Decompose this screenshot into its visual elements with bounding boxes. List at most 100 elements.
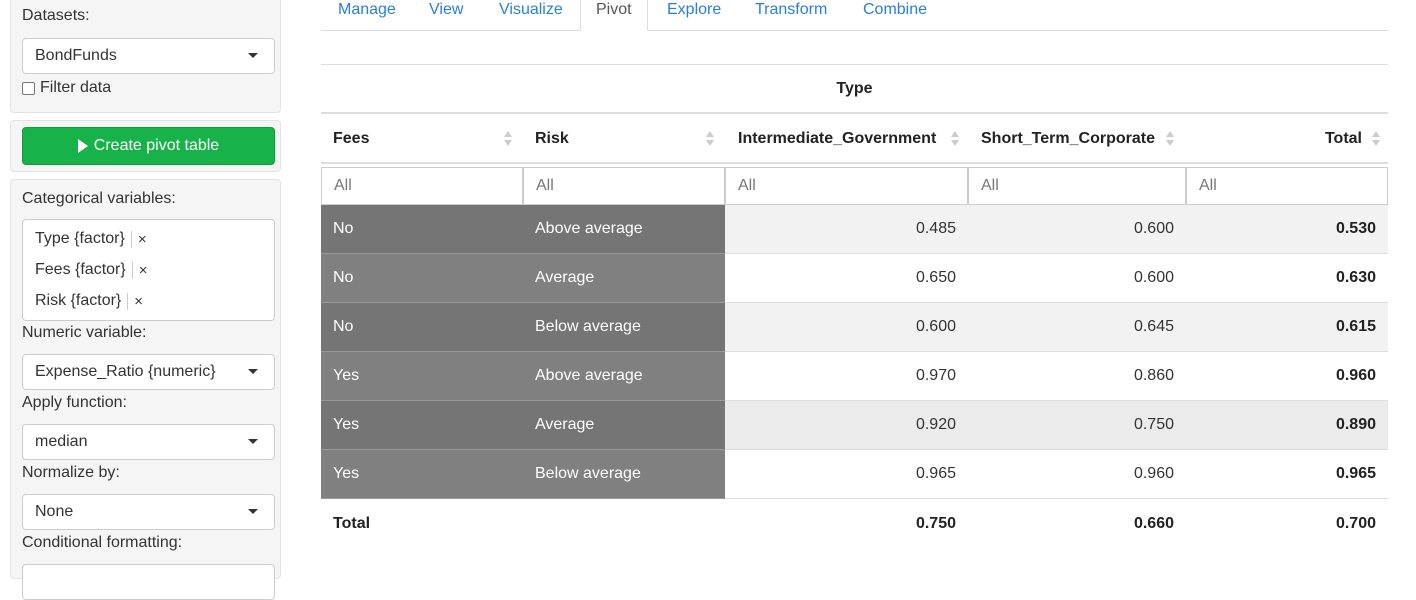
value-cell: 0.485 [915,220,956,237]
value-cell: 0.960 [1133,465,1174,482]
tab-manage[interactable]: Manage [338,0,396,30]
remove-icon[interactable]: × [131,261,147,279]
grand-total-cell: 0.700 [1335,515,1376,532]
create-pivot-label: Create pivot table [93,137,220,154]
total-cell: 0.660 [1133,515,1174,532]
table-row: Yes Above average 0.970 0.860 0.960 [321,352,1388,401]
row-total-cell: 0.630 [1335,269,1376,286]
tab-pivot[interactable]: Pivot [580,0,648,31]
row-total-cell: 0.530 [1335,220,1376,237]
numeric-select[interactable]: Expense_Ratio {numeric} [22,354,275,390]
categorical-multiselect[interactable]: Type {factor} × Fees {factor} × Risk {fa… [22,219,275,321]
fees-cell: No [321,303,523,352]
create-pivot-button[interactable]: Create pivot table [22,127,275,165]
filter-data-label: Filter data [40,79,112,96]
column-header-fees[interactable]: Fees [321,114,523,164]
row-total-cell: 0.615 [1335,318,1376,335]
value-cell: 0.860 [1133,367,1174,384]
tab-explore[interactable]: Explore [667,0,721,30]
filter-input-risk[interactable]: All [523,167,725,205]
row-total-cell: 0.965 [1335,465,1376,482]
sort-icon[interactable] [706,131,714,147]
value-cell: 0.600 [915,318,956,335]
value-cell: 0.920 [915,416,956,433]
risk-cell: Average [523,401,725,450]
risk-cell: Below average [523,303,725,352]
sort-icon[interactable] [504,131,512,147]
filter-input-intermediate-government[interactable]: All [725,167,968,205]
normalize-label: Normalize by: [22,464,120,481]
chevron-down-icon [248,439,258,444]
table-row: Yes Average 0.920 0.750 0.890 [321,401,1388,450]
conditional-select[interactable] [22,564,275,600]
tab-combine[interactable]: Combine [863,0,927,30]
function-label: Apply function: [22,394,127,411]
table-row: Yes Below average 0.965 0.960 0.965 [321,450,1388,499]
column-header-intermediate-government[interactable]: Intermediate_Government [725,114,968,164]
table-row: No Above average 0.485 0.600 0.530 [321,205,1388,254]
chevron-down-icon [248,509,258,514]
risk-cell: Below average [523,450,725,499]
chip-risk: Risk {factor} × [35,292,143,310]
checkbox-icon[interactable] [22,81,35,95]
tab-view[interactable]: View [429,0,463,30]
filter-input-fees[interactable]: All [321,167,523,205]
filter-input-total[interactable]: All [1186,167,1388,205]
risk-cell: Average [523,254,725,303]
sidebar: Datasets: BondFunds Filter data Create p… [0,0,290,600]
chip-label: Type {factor} [35,230,125,247]
total-cell: 0.750 [915,515,956,532]
play-icon [77,139,88,153]
chip-type: Type {factor} × [35,230,147,248]
value-cell: 0.750 [1133,416,1174,433]
group-header-type: Type [321,64,1388,114]
column-header-total[interactable]: Total [1186,114,1388,164]
remove-icon[interactable]: × [127,292,143,310]
remove-icon[interactable]: × [130,230,147,248]
value-cell: 0.600 [1133,220,1174,237]
normalize-select-value: None [35,503,74,520]
chip-label: Fees {factor} [35,261,126,278]
chip-fees: Fees {factor} × [35,261,147,279]
column-header-short-term-corporate[interactable]: Short_Term_Corporate [968,114,1186,164]
fees-cell: No [321,254,523,303]
dataset-select-value: BondFunds [35,47,117,64]
conditional-label: Conditional formatting: [22,534,183,551]
dataset-panel: Datasets: BondFunds Filter data [10,0,281,113]
column-header-label: Total [1324,130,1362,147]
column-header-risk[interactable]: Risk [523,114,725,164]
create-panel: Create pivot table [10,120,281,172]
chip-label: Risk {factor} [35,292,122,309]
value-cell: 0.650 [915,269,956,286]
sort-icon[interactable] [1372,131,1380,147]
value-cell: 0.600 [1133,269,1174,286]
dataset-select[interactable]: BondFunds [22,38,275,74]
table-row: No Below average 0.600 0.645 0.615 [321,303,1388,352]
value-cell: 0.645 [1133,318,1174,335]
sort-icon[interactable] [1166,131,1174,147]
value-cell: 0.965 [915,465,956,482]
datasets-label: Datasets: [22,7,90,24]
filter-input-short-term-corporate[interactable]: All [968,167,1186,205]
categorical-label: Categorical variables: [22,190,176,207]
table-total-row: Total 0.750 0.660 0.700 [321,499,1388,549]
tab-transform[interactable]: Transform [755,0,827,30]
normalize-select[interactable]: None [22,494,275,530]
chevron-down-icon [248,369,258,374]
column-header-label: Fees [333,130,370,147]
fees-cell: Yes [321,450,523,499]
fees-cell: No [321,205,523,254]
tab-visualize[interactable]: Visualize [499,0,563,30]
numeric-label: Numeric variable: [22,324,147,341]
function-select[interactable]: median [22,424,275,460]
risk-cell: Above average [523,352,725,401]
function-select-value: median [35,433,88,450]
filter-data-checkbox[interactable]: Filter data [22,79,111,97]
table-row: No Average 0.650 0.600 0.630 [321,254,1388,303]
sort-icon[interactable] [951,131,959,147]
row-total-cell: 0.890 [1335,416,1376,433]
total-label: Total [333,515,371,532]
numeric-select-value: Expense_Ratio {numeric} [35,363,216,380]
column-header-label: Short_Term_Corporate [981,130,1155,147]
chevron-down-icon [248,53,258,58]
